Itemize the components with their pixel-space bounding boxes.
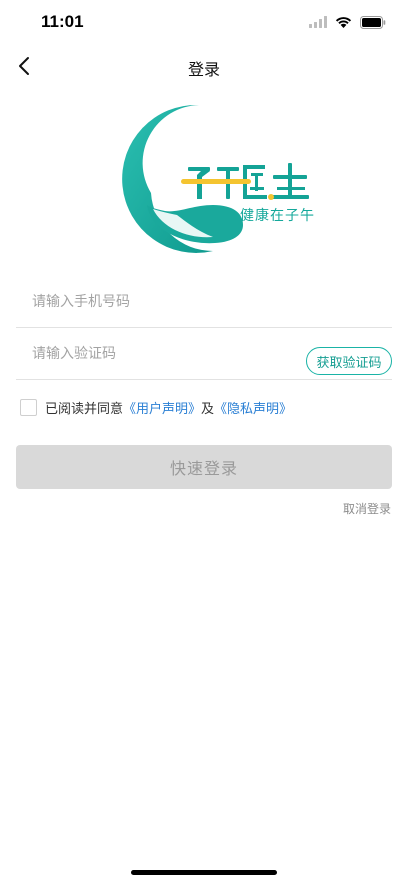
logo-slogan: 健康在子午 xyxy=(240,208,315,224)
agreement-row: 已阅读并同意 《用户声明》 及 《隐私声明》 xyxy=(20,398,292,417)
home-indicator xyxy=(131,870,277,875)
agreement-conjunction: 及 xyxy=(201,401,215,417)
status-icons xyxy=(309,15,386,29)
phone-field-row xyxy=(16,276,392,328)
get-code-button[interactable]: 获取验证码 xyxy=(306,347,392,375)
cancel-login-link[interactable]: 取消登录 xyxy=(343,500,391,517)
status-time: 11:01 xyxy=(41,12,84,31)
phone-input[interactable] xyxy=(32,290,292,314)
wifi-icon xyxy=(335,17,352,28)
user-terms-link[interactable]: 《用户声明》 xyxy=(123,398,201,417)
agreement-prefix: 已阅读并同意 xyxy=(45,401,124,417)
privacy-terms-link[interactable]: 《隐私声明》 xyxy=(214,398,292,417)
page-title: 登录 xyxy=(187,60,220,79)
quick-login-button[interactable]: 快速登录 xyxy=(16,445,392,489)
nav-bar: 登录 xyxy=(0,44,408,88)
signal-icon xyxy=(309,16,327,28)
status-bar: 11:01 xyxy=(0,0,408,44)
logo-icon xyxy=(122,104,309,253)
agreement-checkbox[interactable] xyxy=(20,398,37,416)
battery-icon xyxy=(360,15,386,29)
code-field-row: 获取验证码 xyxy=(16,328,392,380)
verification-code-input[interactable] xyxy=(32,342,292,366)
